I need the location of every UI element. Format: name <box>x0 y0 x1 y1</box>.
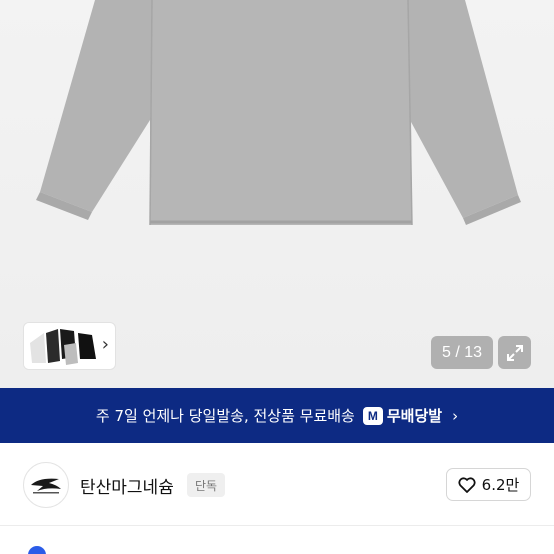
free-shipping-badge: M 무배당발 <box>362 405 443 426</box>
shop-logo-mark <box>31 478 61 494</box>
free-shipping-badge-label: 무배당발 <box>386 407 443 425</box>
shop-row: 탄산마그네슘 단독 6.2만 <box>0 443 554 525</box>
shop-name[interactable]: 탄산마그네슘 <box>80 473 174 498</box>
thumbnail-strip-button[interactable]: › <box>23 322 116 370</box>
shop-logo[interactable] <box>23 462 69 508</box>
divider <box>0 525 554 526</box>
info-row <box>0 534 554 554</box>
image-counter: 5 / 13 <box>431 336 493 369</box>
info-icon <box>28 546 46 554</box>
heart-icon <box>458 476 476 493</box>
shipping-banner-text: 주 7일 언제나 당일발송, 전상품 무료배송 <box>95 407 355 425</box>
expand-button[interactable] <box>498 336 531 369</box>
chevron-right-icon: › <box>101 334 109 355</box>
exclusive-tag: 단독 <box>187 473 226 497</box>
m-badge-icon: M <box>362 406 383 425</box>
chevron-right-icon: › <box>452 406 459 425</box>
thumbnail-image <box>24 323 104 369</box>
product-image-gallery[interactable]: › 5 / 13 <box>0 0 554 388</box>
like-count: 6.2만 <box>481 476 520 494</box>
like-button[interactable]: 6.2만 <box>446 468 531 501</box>
expand-icon <box>506 344 523 361</box>
shipping-banner[interactable]: 주 7일 언제나 당일발송, 전상품 무료배송 M 무배당발 › <box>0 388 554 443</box>
